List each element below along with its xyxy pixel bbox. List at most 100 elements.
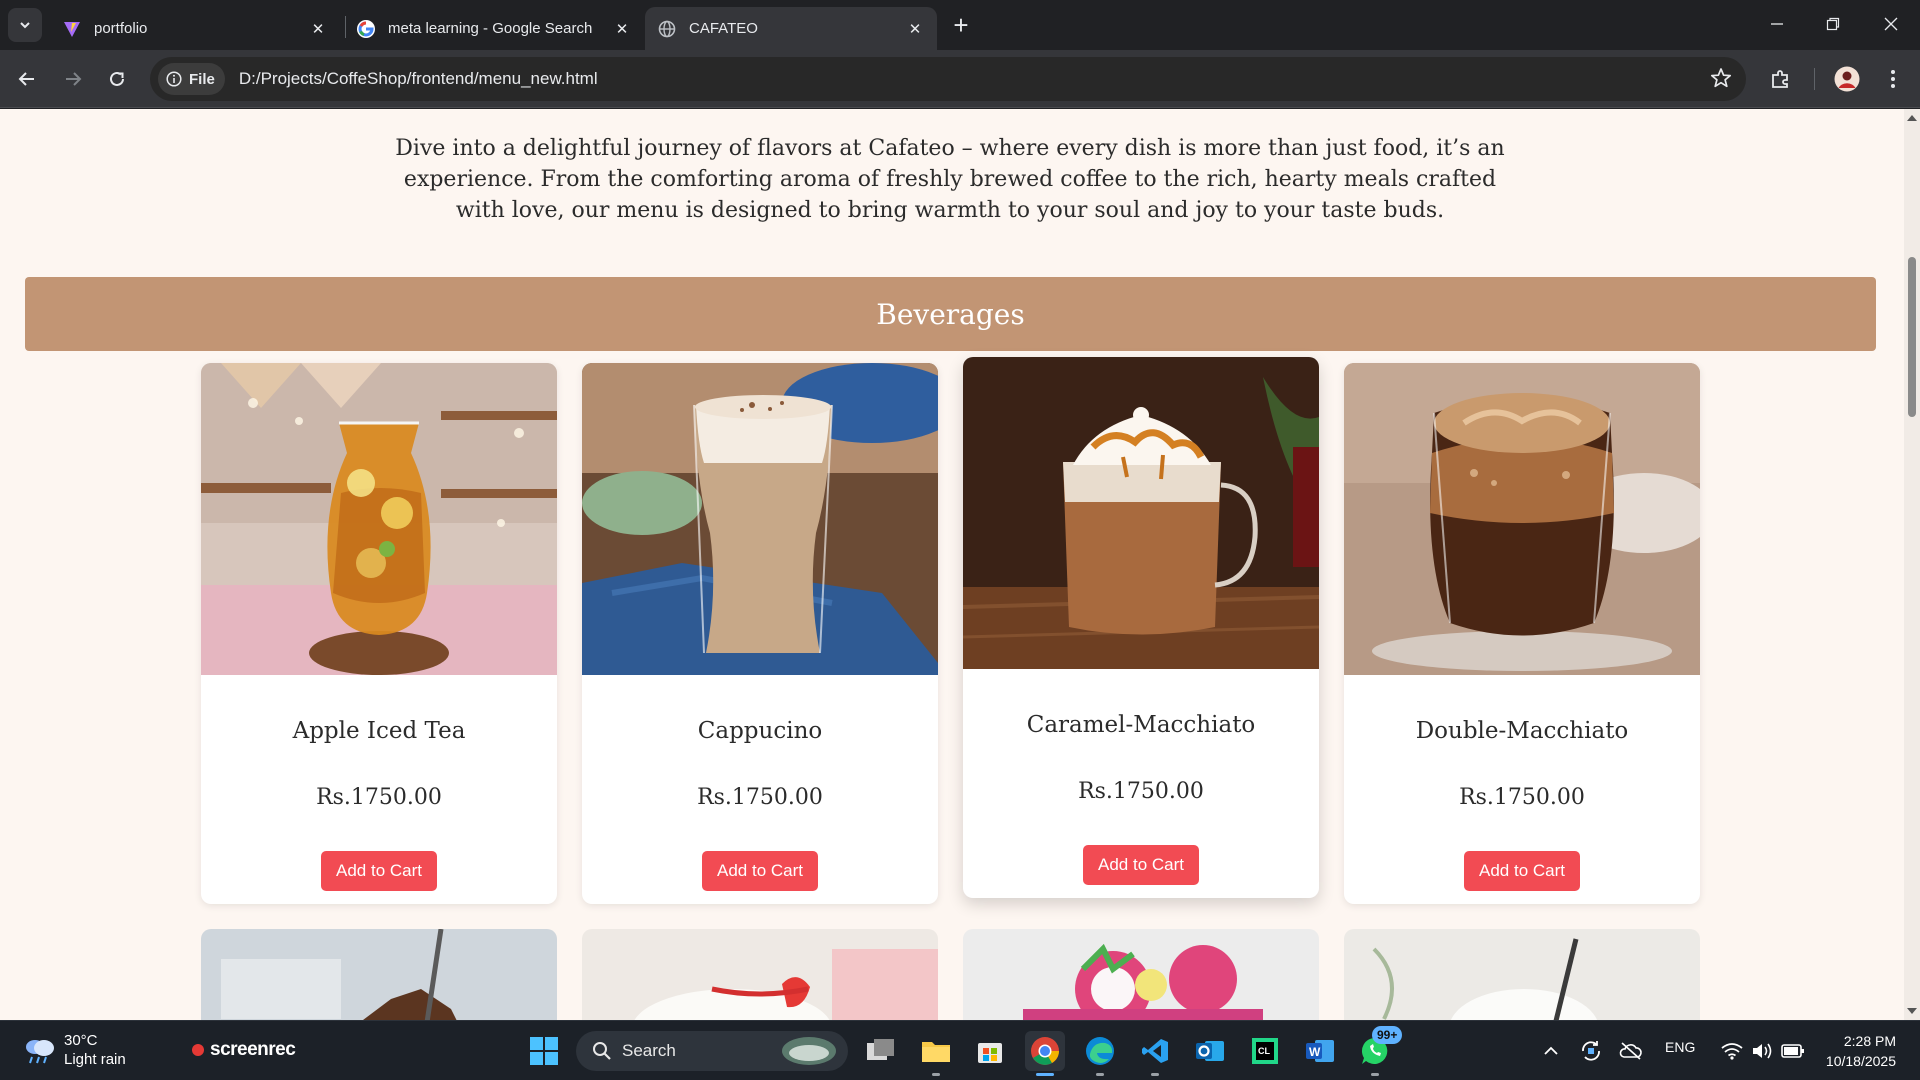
tab-google-search[interactable]: meta learning - Google Search ✕: [344, 7, 644, 50]
item-price: Rs.1750.00: [316, 785, 442, 810]
notification-badge: 99+: [1372, 1026, 1403, 1044]
weather-description: Light rain: [64, 1051, 126, 1068]
reload-button[interactable]: [100, 62, 134, 96]
clock-date: 10/18/2025: [1825, 1053, 1896, 1069]
tab-title: CAFATEO: [689, 20, 758, 37]
taskbar-chrome[interactable]: [1025, 1031, 1065, 1071]
chevron-up-icon: [1544, 1046, 1558, 1055]
menu-card: Double-Macchiato Rs.1750.00 Add to Cart: [1344, 363, 1700, 904]
tab-strip: portfolio ✕ meta learning - Google Searc…: [0, 0, 1920, 50]
dragonfruit-drink-photo: [963, 929, 1319, 1021]
outlook-icon: [1196, 1041, 1224, 1061]
tab-portfolio[interactable]: portfolio ✕: [50, 7, 340, 50]
page-scrollbar[interactable]: [1904, 109, 1920, 1021]
running-indicator: [1096, 1073, 1104, 1076]
rain-cloud-icon: [26, 1040, 54, 1064]
taskbar-store[interactable]: [970, 1031, 1010, 1071]
close-tab-icon[interactable]: ✕: [308, 19, 328, 39]
weather-widget[interactable]: 30°C Light rain: [22, 1031, 126, 1069]
taskbar-search[interactable]: Search: [576, 1031, 848, 1071]
screenrec-label: screenrec: [210, 1039, 296, 1060]
cloud-offline-tray-button[interactable]: [1614, 1031, 1648, 1071]
taskbar-clion[interactable]: CL: [1245, 1031, 1285, 1071]
weather-temperature: 30°C: [64, 1032, 98, 1049]
extensions-button[interactable]: [1764, 62, 1798, 96]
vite-icon: [62, 19, 82, 39]
close-tab-icon[interactable]: ✕: [905, 19, 925, 39]
tab-cafateo[interactable]: CAFATEO ✕: [645, 7, 937, 50]
wifi-icon: [1721, 1043, 1743, 1060]
windows-taskbar: 30°C Light rain screenrec Search CL W 99…: [0, 1020, 1920, 1080]
screenrec-app[interactable]: screenrec: [192, 1039, 296, 1061]
record-icon: [192, 1044, 204, 1056]
item-name: Cappucino: [697, 718, 823, 744]
edge-icon: [1086, 1037, 1114, 1065]
running-indicator: [1151, 1073, 1159, 1076]
section-header: Beverages: [25, 277, 1876, 351]
site-info-chip[interactable]: File: [158, 63, 225, 95]
item-price: Rs.1750.00: [1078, 779, 1204, 804]
new-tab-button[interactable]: +: [944, 10, 978, 40]
add-to-cart-button[interactable]: Add to Cart: [1083, 845, 1199, 885]
sync-tray-button[interactable]: [1574, 1031, 1608, 1071]
menu-card: Caramel-Macchiato Rs.1750.00 Add to Cart: [963, 357, 1319, 898]
add-to-cart-button[interactable]: Add to Cart: [702, 851, 818, 891]
address-bar[interactable]: File D:/Projects/CoffeShop/frontend/menu…: [150, 57, 1746, 101]
menu-card: Cappucino Rs.1750.00 Add to Cart: [582, 363, 938, 904]
svg-text:CL: CL: [1258, 1046, 1270, 1056]
active-app-indicator: [1036, 1073, 1054, 1076]
add-to-cart-button[interactable]: Add to Cart: [1464, 851, 1580, 891]
menu-card-partial: [1344, 929, 1700, 1021]
taskbar-vscode[interactable]: [1135, 1031, 1175, 1071]
cappucino-photo: [582, 363, 938, 675]
profile-avatar[interactable]: [1830, 62, 1864, 96]
quick-settings-button[interactable]: [1708, 1031, 1818, 1071]
menu-card-partial: [582, 929, 938, 1021]
scroll-up-arrow-icon[interactable]: [1907, 115, 1917, 121]
restore-button[interactable]: [1810, 0, 1856, 48]
restore-icon: [1826, 17, 1840, 31]
clock-time: 2:28 PM: [1843, 1033, 1896, 1049]
taskbar-word[interactable]: W: [1300, 1031, 1340, 1071]
taskbar-file-explorer[interactable]: [916, 1031, 956, 1071]
chrome-icon: [1031, 1037, 1059, 1065]
close-window-button[interactable]: [1868, 0, 1914, 48]
url-text[interactable]: D:/Projects/CoffeShop/frontend/menu_new.…: [239, 69, 598, 89]
bookmark-star-icon[interactable]: [1710, 67, 1732, 94]
apple-iced-tea-photo: [201, 363, 557, 675]
reload-icon: [110, 71, 124, 86]
search-label: Search: [622, 1041, 676, 1060]
browser-menu-button[interactable]: [1876, 62, 1910, 96]
sync-icon: [1582, 1041, 1600, 1061]
close-tab-icon[interactable]: ✕: [612, 19, 632, 39]
add-to-cart-button[interactable]: Add to Cart: [321, 851, 437, 891]
show-hidden-icons-button[interactable]: [1534, 1031, 1568, 1071]
system-clock[interactable]: 2:28 PM 10/18/2025: [1810, 1031, 1896, 1071]
caramel-macchiato-photo: [963, 357, 1319, 669]
start-button[interactable]: [524, 1031, 564, 1071]
forward-button[interactable]: [56, 62, 90, 96]
dessert-photo: [201, 929, 557, 1021]
more-vertical-icon: [1891, 70, 1895, 88]
tab-title: portfolio: [94, 20, 148, 37]
windows-logo-icon: [530, 1037, 558, 1065]
taskbar-outlook[interactable]: [1190, 1031, 1230, 1071]
language-indicator[interactable]: ENG: [1665, 1039, 1695, 1055]
page-viewport: Dive into a delightful journey of flavor…: [0, 109, 1920, 1021]
task-view-button[interactable]: [861, 1031, 901, 1071]
item-name: Double-Macchiato: [1415, 718, 1629, 744]
item-name: Caramel-Macchiato: [1026, 712, 1256, 738]
scroll-down-arrow-icon[interactable]: [1907, 1008, 1917, 1014]
taskbar-edge[interactable]: [1080, 1031, 1120, 1071]
back-button[interactable]: [10, 62, 44, 96]
double-macchiato-photo: [1344, 363, 1700, 675]
tab-title: meta learning - Google Search: [388, 20, 593, 37]
minimize-icon: [1771, 23, 1783, 25]
puzzle-icon: [1772, 70, 1788, 88]
minimize-button[interactable]: [1754, 0, 1800, 48]
tab-search-button[interactable]: [8, 8, 42, 42]
scrollbar-thumb[interactable]: [1908, 257, 1916, 417]
info-icon: [166, 71, 182, 87]
menu-card: Apple Iced Tea Rs.1750.00 Add to Cart: [201, 363, 557, 904]
close-icon: [1884, 17, 1898, 31]
